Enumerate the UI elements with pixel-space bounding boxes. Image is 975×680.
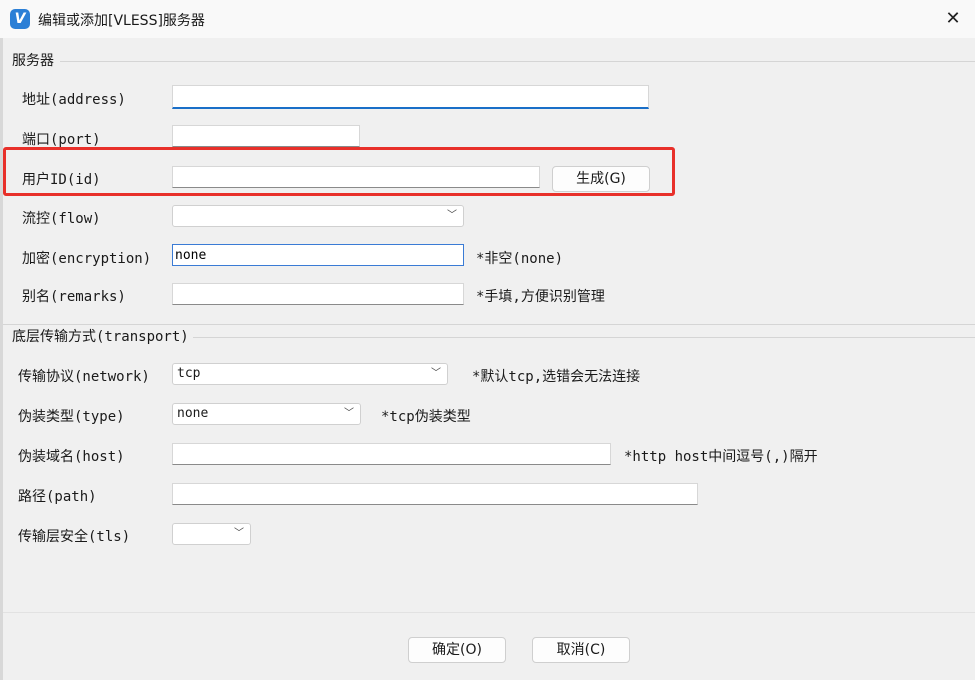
- server-group-title: 服务器: [12, 50, 58, 70]
- address-input[interactable]: [172, 85, 649, 109]
- network-hint: *默认tcp,选错会无法连接: [472, 369, 641, 385]
- type-label: 伪装类型(type): [18, 409, 125, 425]
- network-label: 传输协议(network): [18, 369, 150, 385]
- type-hint: *tcp伪装类型: [381, 409, 471, 425]
- network-select[interactable]: tcp ﹀: [172, 363, 448, 385]
- server-group-bottom: [3, 324, 975, 325]
- encryption-input[interactable]: [172, 244, 464, 266]
- v2ray-app-icon: V: [10, 9, 30, 29]
- left-edge: [0, 38, 3, 680]
- path-label: 路径(path): [18, 489, 97, 505]
- transport-group-title: 底层传输方式(transport): [12, 326, 193, 346]
- chevron-down-icon: ﹀: [431, 368, 441, 379]
- footer-separator: [3, 612, 975, 613]
- flow-label: 流控(flow): [22, 211, 101, 227]
- tls-select[interactable]: ﹀: [172, 523, 251, 545]
- highlight-box: [3, 147, 675, 196]
- flow-select[interactable]: ﹀: [172, 205, 464, 227]
- remarks-label: 别名(remarks): [22, 289, 126, 305]
- close-icon[interactable]: ✕: [935, 4, 971, 34]
- cancel-button[interactable]: 取消(C): [532, 637, 630, 663]
- type-select[interactable]: none ﹀: [172, 403, 361, 425]
- address-label: 地址(address): [22, 92, 126, 108]
- title-bar: V 编辑或添加[VLESS]服务器 ✕: [0, 0, 975, 38]
- network-select-value: tcp: [177, 366, 201, 381]
- host-input[interactable]: [172, 443, 611, 465]
- ok-button[interactable]: 确定(O): [408, 637, 506, 663]
- chevron-down-icon: ﹀: [447, 210, 457, 221]
- encryption-label: 加密(encryption): [22, 251, 152, 267]
- chevron-down-icon: ﹀: [234, 528, 244, 539]
- remarks-input[interactable]: [172, 283, 464, 305]
- host-label: 伪装域名(host): [18, 449, 125, 465]
- server-group-border: [60, 61, 975, 62]
- port-input[interactable]: [172, 125, 360, 147]
- type-select-value: none: [177, 406, 209, 421]
- host-hint: *http host中间逗号(,)隔开: [624, 449, 818, 465]
- tls-label: 传输层安全(tls): [18, 529, 131, 545]
- chevron-down-icon: ﹀: [344, 408, 354, 419]
- transport-group-border: [190, 337, 975, 338]
- path-input[interactable]: [172, 483, 698, 505]
- window-title: 编辑或添加[VLESS]服务器: [38, 13, 205, 29]
- remarks-hint: *手填,方便识别管理: [476, 289, 605, 305]
- port-label: 端口(port): [22, 132, 101, 148]
- encryption-hint: *非空(none): [476, 251, 564, 267]
